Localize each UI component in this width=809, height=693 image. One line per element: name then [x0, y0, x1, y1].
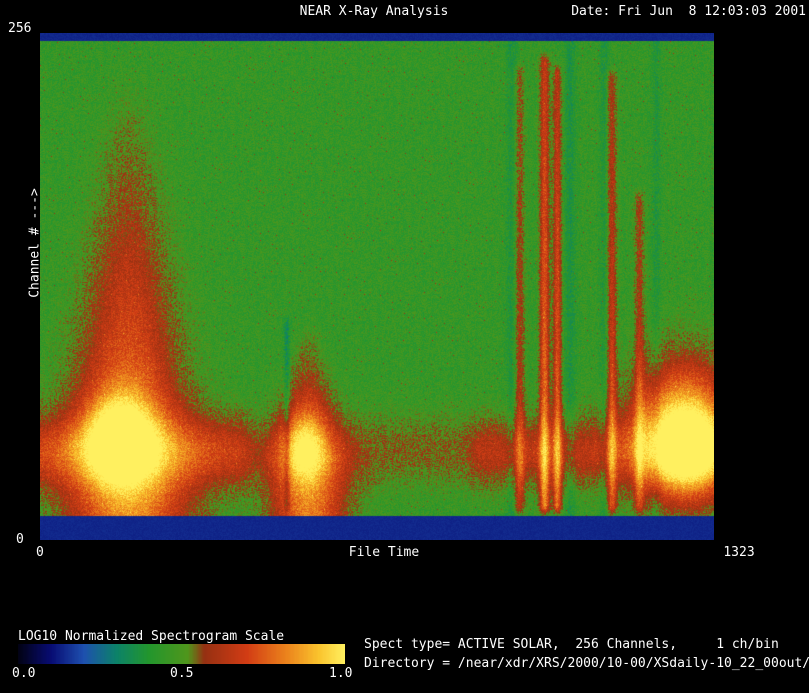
- colorbar-tick-max: 1.0: [329, 666, 352, 681]
- spectrogram-canvas: [40, 33, 714, 540]
- date-label: Date: Fri Jun 8 12:03:03 2001: [571, 4, 806, 19]
- y-axis-max-label: 256: [8, 21, 31, 36]
- x-axis-max-label: 1323: [723, 545, 754, 560]
- colorbar-gradient: [18, 644, 345, 664]
- near-xray-analysis-window: { "window": {"background": "#000000", "f…: [0, 0, 809, 693]
- x-axis-title: File Time: [349, 545, 419, 560]
- spect-type-line: Spect type= ACTIVE SOLAR, 256 Channels, …: [364, 637, 779, 652]
- y-axis-min-label: 0: [16, 532, 24, 547]
- colorbar-tick-mid: 0.5: [170, 666, 193, 681]
- page-title: NEAR X-Ray Analysis: [300, 4, 449, 19]
- directory-line: Directory = /near/xdr/XRS/2000/10-00/XSd…: [364, 656, 809, 671]
- x-axis-min-label: 0: [36, 545, 44, 560]
- colorbar-tick-min: 0.0: [12, 666, 35, 681]
- colorbar-title: LOG10 Normalized Spectrogram Scale: [18, 629, 284, 644]
